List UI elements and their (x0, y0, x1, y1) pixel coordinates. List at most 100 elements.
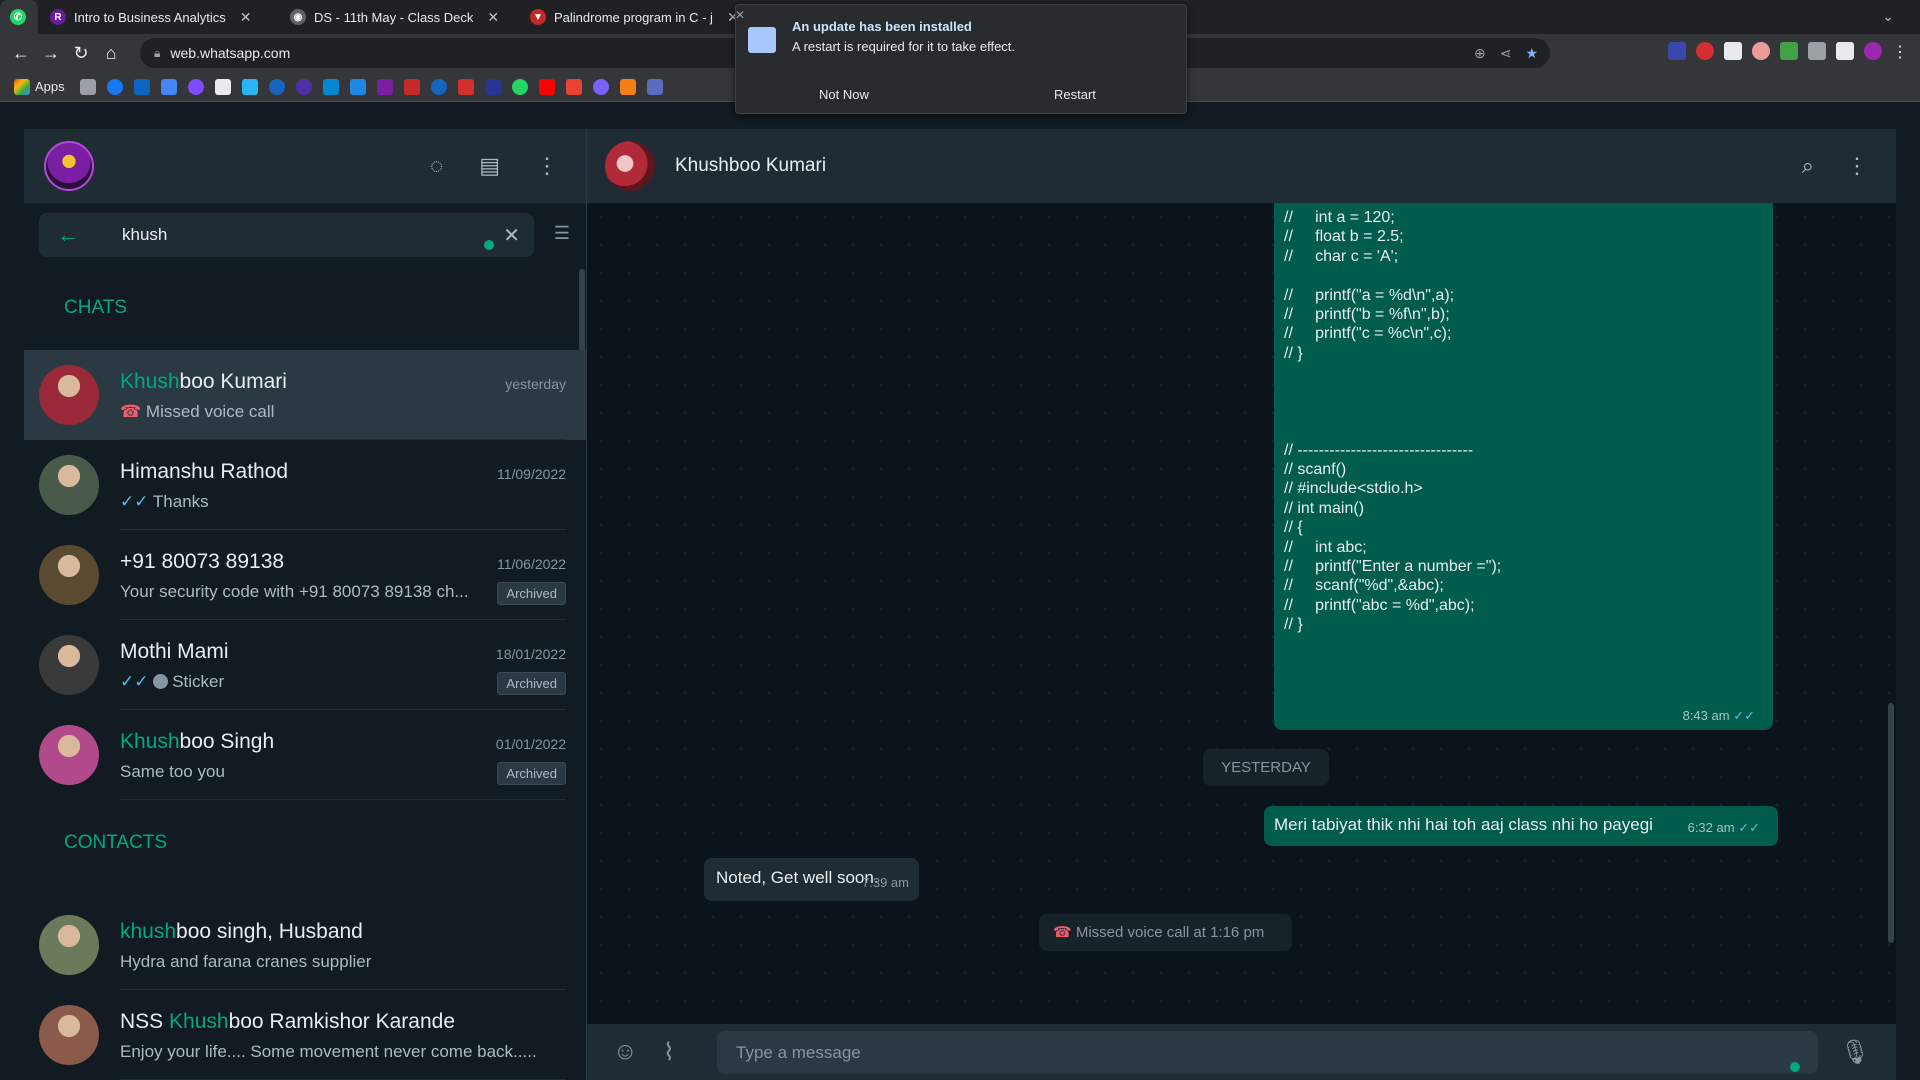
avatar[interactable] (39, 455, 99, 515)
restart-button[interactable]: Restart (1054, 87, 1096, 102)
facebook-icon[interactable] (106, 78, 123, 95)
contact-name[interactable]: Khushboo Kumari (675, 155, 826, 177)
adblock-icon[interactable] (1696, 42, 1714, 60)
browser-menu-icon[interactable]: ⋮ (1892, 42, 1908, 62)
bookmark-icon[interactable] (646, 78, 663, 95)
reload-icon[interactable]: ↻ (66, 43, 96, 64)
browser-tab[interactable]: R Intro to Business Analytics ✕ (38, 0, 278, 34)
forward-icon[interactable]: → (36, 43, 66, 64)
bookmark-icon[interactable] (295, 78, 312, 95)
filter-icon[interactable]: ☰ (554, 223, 570, 244)
apps-bookmark-label[interactable]: Apps (35, 79, 65, 94)
outgoing-message-code[interactable]: // int a = 120; // float b = 2.5;// char … (1274, 203, 1773, 730)
contact-about: Hydra and farana cranes supplier (120, 952, 372, 971)
bookmark-icon[interactable] (241, 78, 258, 95)
share-icon[interactable]: ⋖ (1500, 45, 1512, 62)
close-icon[interactable]: ✕ (735, 8, 745, 22)
search-input[interactable] (122, 224, 462, 245)
extension-icon[interactable] (1668, 42, 1686, 60)
browser-tab[interactable]: ◉ DS - 11th May - Class Deck ✕ (278, 0, 518, 34)
bookmark-icon[interactable] (214, 78, 231, 95)
extension-icon[interactable] (1752, 42, 1770, 60)
avatar[interactable] (39, 545, 99, 605)
archived-badge: Archived (497, 672, 566, 695)
not-now-button[interactable]: Not Now (819, 87, 869, 102)
message-scrollbar[interactable] (1888, 703, 1894, 943)
message-area[interactable]: // int a = 120; // float b = 2.5;// char … (587, 203, 1896, 1024)
whatsapp-bookmark-icon[interactable] (511, 78, 528, 95)
attach-icon[interactable]: ⌇ (663, 1038, 675, 1067)
double-tick-icon: ✓✓ (1738, 820, 1760, 835)
chat-list-item[interactable]: +91 80073 89138 11/06/2022 Your security c… (24, 530, 586, 620)
bookmark-icon[interactable] (322, 78, 339, 95)
youtube-icon[interactable] (538, 78, 555, 95)
search-box: ← ✕ (39, 212, 534, 257)
bookmark-icon[interactable] (268, 78, 285, 95)
extension-icon[interactable] (1724, 42, 1742, 60)
emoji-icon[interactable]: ☺︎ (613, 1038, 638, 1066)
back-arrow-icon[interactable]: ← (57, 222, 97, 248)
lock-icon: 🔒︎ (154, 45, 161, 60)
avatar[interactable] (39, 915, 99, 975)
incoming-message[interactable]: Noted, Get well soon. 7:39 am (704, 858, 919, 901)
conversation-header[interactable]: Khushboo Kumari ⌕ ⋮ (587, 129, 1896, 203)
tab-title: DS - 11th May - Class Deck (314, 9, 474, 25)
code-line: // char c = 'A'; (1284, 247, 1399, 265)
chat-list-item[interactable]: Khushboo Singh 01/01/2022 Same too you Arch… (24, 710, 586, 800)
message-time: 6:32 am ✓✓ (1687, 820, 1760, 835)
apps-grid-icon[interactable] (14, 78, 30, 95)
my-profile-avatar[interactable] (44, 141, 94, 191)
outgoing-message[interactable]: Meri tabiyat thik nhi hai toh aaj class … (1264, 806, 1778, 846)
chat-list-item[interactable]: Mothi Mami 18/01/2022 ✓✓ Sticker Archived (24, 620, 586, 710)
folder-icon[interactable] (79, 78, 96, 95)
bookmark-star-icon[interactable]: ★ (1525, 45, 1538, 62)
missed-call-text: Missed voice call at 1:16 pm (1075, 924, 1265, 941)
close-tab-icon[interactable]: ✕ (240, 9, 252, 26)
close-tab-icon[interactable]: ✕ (487, 9, 499, 26)
extension-icon[interactable] (1780, 42, 1798, 60)
status-icon[interactable]: ◌ (430, 153, 443, 179)
browser-tab[interactable]: ▼ Palindrome program in C - j ✕ (518, 0, 758, 34)
bookmark-icon[interactable] (187, 78, 204, 95)
side-panel-icon[interactable] (1836, 42, 1854, 60)
avatar[interactable] (39, 725, 99, 785)
new-chat-icon[interactable]: ▤ (479, 153, 500, 179)
bookmark-icon[interactable] (457, 78, 474, 95)
contact-avatar[interactable] (605, 141, 655, 191)
search-icon[interactable]: ⌕ (1802, 153, 1814, 179)
contact-list: khushboo singh, Husband Hydra and farana … (24, 900, 586, 1080)
tab-title: Intro to Business Analytics (74, 9, 226, 25)
bookmark-icon[interactable] (403, 78, 420, 95)
gmail-icon[interactable] (565, 78, 582, 95)
contact-list-item[interactable]: khushboo singh, Husband Hydra and farana … (24, 900, 586, 990)
home-icon[interactable]: ⌂ (96, 43, 126, 64)
bookmark-icon[interactable] (376, 78, 393, 95)
message-input[interactable] (717, 1031, 1818, 1074)
bookmark-icon[interactable] (430, 78, 447, 95)
contact-list-item[interactable]: NSS Khushboo Ramkishor Karande Enjoy your… (24, 990, 586, 1080)
back-icon[interactable]: ← (6, 43, 36, 64)
menu-icon[interactable]: ⋮ (1846, 153, 1868, 179)
avatar[interactable] (39, 1005, 99, 1065)
bookmark-icon[interactable] (619, 78, 636, 95)
clear-search-icon[interactable]: ✕ (503, 223, 520, 248)
microphone-icon[interactable]: 🎙︎ (1840, 1038, 1870, 1067)
avatar[interactable] (39, 365, 99, 425)
menu-icon[interactable]: ⋮ (536, 153, 558, 179)
avatar[interactable] (39, 635, 99, 695)
chat-list-item[interactable]: Himanshu Rathod 11/09/2022 ✓✓ Thanks (24, 440, 586, 530)
profile-avatar[interactable] (1864, 42, 1882, 60)
code-line: // int abc; (1284, 538, 1367, 556)
bookmark-icon[interactable] (160, 78, 177, 95)
code-line: // --------------------------------- (1284, 441, 1474, 459)
messenger-icon[interactable] (592, 78, 609, 95)
zoom-icon[interactable]: ⊕ (1474, 45, 1486, 62)
bookmark-icon[interactable] (484, 78, 501, 95)
tab-search-icon[interactable]: ⌄ (1882, 8, 1894, 25)
linkedin-icon[interactable] (133, 78, 150, 95)
puzzle-icon[interactable] (1808, 42, 1826, 60)
chat-list-item[interactable]: Khushboo Kumari yesterday ☎︎ Missed voice … (24, 350, 586, 440)
tab-whatsapp[interactable]: ✆ (0, 0, 38, 34)
bookmark-icon[interactable] (349, 78, 366, 95)
